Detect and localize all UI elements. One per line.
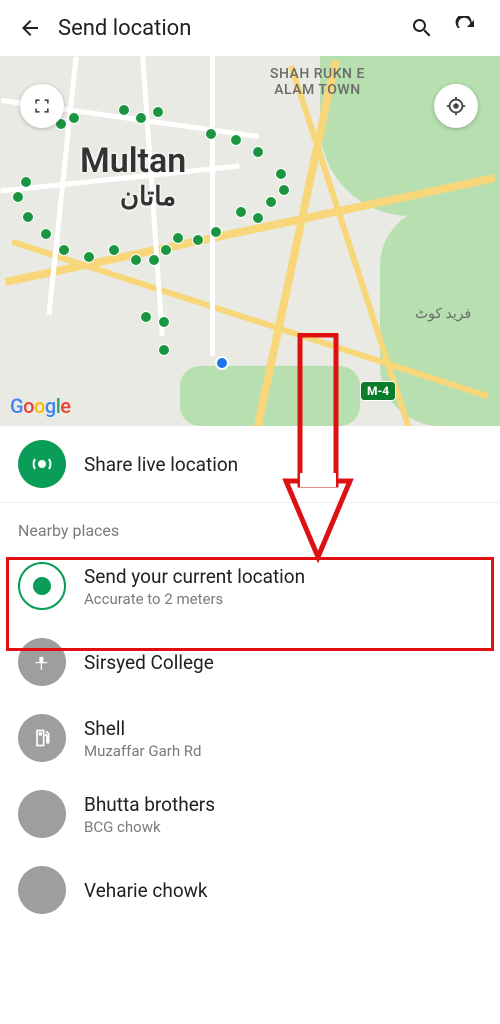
place-subtitle: BCG chowk xyxy=(84,818,482,836)
share-live-title: Share live location xyxy=(84,453,482,476)
place-item[interactable]: Veharie chowk xyxy=(0,852,500,918)
current-location-title: Send your current location xyxy=(84,565,482,588)
place-item[interactable]: Shell Muzaffar Garh Rd xyxy=(0,700,500,776)
back-button[interactable] xyxy=(12,16,48,40)
current-location-subtitle: Accurate to 2 meters xyxy=(84,590,482,608)
fullscreen-button[interactable] xyxy=(20,84,64,128)
current-location-icon xyxy=(18,562,66,610)
map-area-label-top: SHAH RUKN EALAM TOWN xyxy=(270,66,365,98)
place-item[interactable]: Bhutta brothers BCG chowk xyxy=(0,776,500,852)
gas-station-icon xyxy=(18,714,66,762)
crosshair-icon xyxy=(445,95,467,117)
place-icon xyxy=(18,866,66,914)
location-list: Share live location Nearby places Send y… xyxy=(0,426,500,918)
share-live-location-item[interactable]: Share live location xyxy=(0,426,500,502)
place-subtitle: Muzaffar Garh Rd xyxy=(84,742,482,760)
send-current-location-item[interactable]: Send your current location Accurate to 2… xyxy=(0,548,500,624)
page-title: Send location xyxy=(48,16,400,41)
map-view[interactable]: Multan ماتان SHAH RUKN EALAM TOWN فرید ک… xyxy=(0,56,500,426)
app-header: Send location xyxy=(0,0,500,56)
highway-shield: M-4 xyxy=(360,381,396,401)
google-attribution: Google xyxy=(10,394,71,418)
map-city-native-label: ماتان xyxy=(120,182,176,212)
my-location-button[interactable] xyxy=(434,84,478,128)
place-item[interactable]: Sirsyed College xyxy=(0,624,500,700)
place-title: Bhutta brothers xyxy=(84,793,482,816)
live-location-icon xyxy=(18,440,66,488)
arrow-back-icon xyxy=(18,16,42,40)
current-location-dot xyxy=(215,356,229,370)
search-button[interactable] xyxy=(400,16,444,40)
nearby-places-header: Nearby places xyxy=(0,503,500,548)
map-city-label: Multan xyxy=(80,141,186,181)
place-icon xyxy=(18,790,66,838)
place-title: Sirsyed College xyxy=(84,651,482,674)
search-icon xyxy=(410,16,434,40)
pin-icon xyxy=(18,638,66,686)
fullscreen-icon xyxy=(32,96,52,116)
refresh-button[interactable] xyxy=(444,16,488,40)
refresh-icon xyxy=(454,16,478,40)
place-title: Veharie chowk xyxy=(84,879,482,902)
map-area-label-side: فرید کوٹ xyxy=(415,306,471,322)
place-title: Shell xyxy=(84,717,482,740)
